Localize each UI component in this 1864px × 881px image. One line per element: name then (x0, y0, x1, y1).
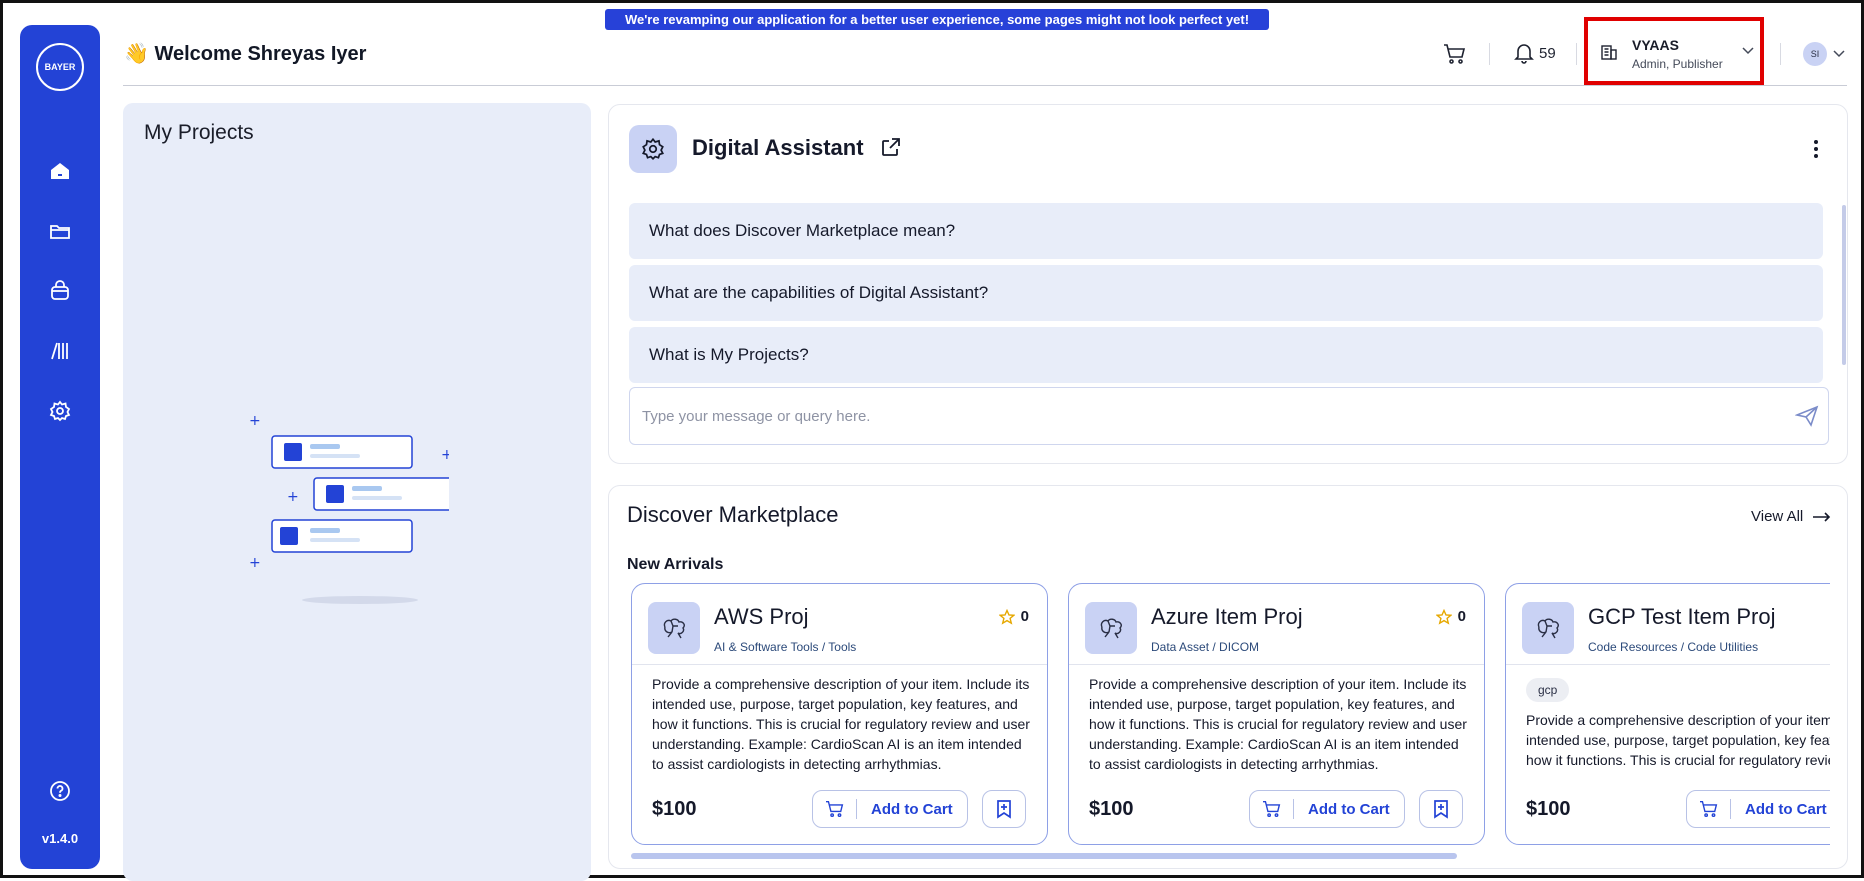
product-title[interactable]: AWS Proj (714, 604, 809, 630)
home-icon[interactable] (48, 159, 72, 183)
card-divider (1506, 664, 1830, 665)
app-version: v1.4.0 (41, 831, 79, 846)
product-brain-icon (1085, 602, 1137, 654)
view-all-label: View All (1751, 508, 1804, 525)
questions-scrollbar[interactable] (1842, 205, 1846, 365)
svg-text:+: + (249, 555, 261, 571)
rating-value: 0 (1457, 608, 1466, 625)
star-icon (1435, 608, 1452, 625)
revamp-banner: We're revamping our application for a be… (605, 9, 1269, 30)
product-price: $100 (652, 798, 697, 820)
header-separator (1780, 43, 1781, 65)
assistant-gear-icon (629, 125, 677, 173)
user-avatar[interactable]: SI (1803, 42, 1827, 66)
discover-marketplace: Discover Marketplace View All New Arriva… (608, 485, 1848, 869)
card-divider (632, 664, 1047, 665)
add-to-cart-button[interactable]: Add to Cart (1686, 790, 1830, 828)
product-rating: 0 (998, 608, 1029, 625)
new-arrivals-heading: New Arrivals (627, 556, 724, 573)
product-category: Code Resources / Code Utilities (1588, 640, 1759, 654)
cart-icon[interactable] (1443, 43, 1467, 65)
sidebar: BAYER v1.4.0 (20, 25, 100, 869)
product-brain-icon (1522, 602, 1574, 654)
notifications-button[interactable]: 59 (1513, 42, 1556, 64)
cards-carousel: AWS Proj AI & Software Tools / Tools 0 P… (631, 583, 1830, 845)
product-title[interactable]: Azure Item Proj (1151, 604, 1303, 630)
header-separator (1576, 43, 1577, 65)
my-projects-panel: My Projects + + + + (123, 103, 591, 881)
send-icon[interactable] (1794, 405, 1819, 432)
notification-count: 59 (1539, 44, 1556, 62)
add-to-cart-button[interactable]: Add to Cart (812, 790, 968, 828)
organization-role: Admin, Publisher (1632, 57, 1723, 71)
add-to-cart-label: Add to Cart (1308, 800, 1390, 818)
app-window: We're revamping our application for a be… (0, 0, 1864, 881)
svg-text:+: + (441, 447, 449, 463)
assistant-title: Digital Assistant (692, 135, 864, 160)
product-category: AI & Software Tools / Tools (714, 640, 857, 654)
add-to-cart-button[interactable]: Add to Cart (1249, 790, 1405, 828)
product-description: Provide a comprehensive description of y… (652, 676, 1030, 772)
bookmark-icon (1434, 800, 1448, 819)
add-to-cart-label: Add to Cart (1745, 800, 1827, 818)
external-link-icon[interactable] (879, 135, 903, 164)
help-icon[interactable] (48, 779, 72, 803)
digital-assistant-card: Digital Assistant What does Discover Mar… (608, 104, 1848, 464)
organization-switcher[interactable]: VYAAS Admin, Publisher (1584, 17, 1764, 85)
more-options-icon[interactable] (1813, 139, 1819, 159)
rating-value: 0 (1020, 608, 1029, 625)
product-card[interactable]: AWS Proj AI & Software Tools / Tools 0 P… (631, 583, 1048, 845)
marketplace-bag-icon[interactable] (48, 279, 72, 303)
cart-plus-icon (1687, 799, 1731, 819)
product-title[interactable]: GCP Test Item Proj (1588, 604, 1775, 630)
cart-plus-icon (813, 799, 857, 819)
organization-name: VYAAS (1632, 37, 1679, 53)
building-icon (1601, 45, 1617, 60)
settings-gear-icon[interactable] (48, 399, 72, 423)
welcome-message: 👋 Welcome Shreyas Iyer (124, 43, 367, 65)
chevron-down-icon (1742, 47, 1754, 55)
svg-text:+: + (249, 413, 261, 429)
assistant-message-input[interactable] (629, 387, 1829, 445)
view-all-link[interactable]: View All (1751, 508, 1831, 525)
bookmark-icon (997, 800, 1011, 819)
suggested-question[interactable]: What is My Projects? (629, 327, 1823, 383)
card-divider (1069, 664, 1484, 665)
add-to-cart-label: Add to Cart (871, 800, 953, 818)
product-card[interactable]: GCP Test Item Proj Code Resources / Code… (1505, 583, 1830, 845)
product-card[interactable]: Azure Item Proj Data Asset / DICOM 0 Pro… (1068, 583, 1485, 845)
cart-plus-icon (1250, 799, 1294, 819)
library-icon[interactable] (48, 339, 72, 363)
product-rating: 0 (1435, 608, 1466, 625)
chevron-down-icon[interactable] (1833, 50, 1845, 58)
product-tag: gcp (1526, 678, 1570, 702)
bookmark-button[interactable] (1419, 790, 1463, 828)
bookmark-button[interactable] (982, 790, 1026, 828)
product-price: $100 (1526, 798, 1571, 820)
carousel-scrollbar[interactable] (631, 853, 1457, 859)
product-description: Provide a comprehensive description of y… (1089, 676, 1467, 772)
bayer-logo[interactable]: BAYER (36, 43, 84, 91)
suggested-question[interactable]: What does Discover Marketplace mean? (629, 203, 1823, 259)
suggested-question[interactable]: What are the capabilities of Digital Ass… (629, 265, 1823, 321)
star-icon (998, 608, 1015, 625)
folder-icon[interactable] (48, 219, 72, 243)
logo-text: BAYER (44, 62, 76, 72)
bell-icon (1514, 44, 1534, 64)
marketplace-title: Discover Marketplace (627, 502, 839, 527)
header-divider (123, 85, 1847, 86)
svg-text:+: + (287, 489, 299, 505)
product-brain-icon (648, 602, 700, 654)
header-separator (1489, 43, 1490, 65)
empty-projects-illustration: + + + + (249, 413, 449, 604)
product-category: Data Asset / DICOM (1151, 640, 1260, 654)
product-price: $100 (1089, 798, 1134, 820)
arrow-right-icon (1813, 511, 1831, 522)
product-description: Provide a comprehensive description of y… (1526, 712, 1830, 768)
my-projects-title: My Projects (144, 121, 254, 144)
